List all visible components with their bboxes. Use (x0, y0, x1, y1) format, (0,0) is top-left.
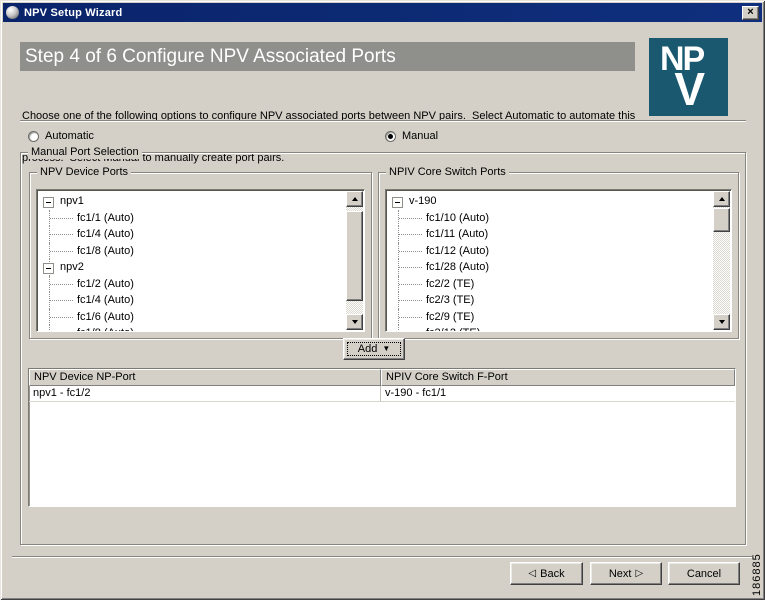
scrollbar-thumb[interactable] (346, 211, 363, 301)
table-header-row: NPV Device NP-Port NPIV Core Switch F-Po… (29, 369, 735, 386)
tree-item[interactable]: npv2 (39, 259, 345, 276)
scroll-up-button[interactable] (346, 191, 363, 207)
tree-item-label: npv1 (60, 195, 84, 207)
tree-item-label: fc2/9 (TE) (426, 310, 475, 323)
add-button[interactable]: Add ▼ (343, 338, 405, 360)
close-icon: × (747, 6, 754, 18)
npv-device-ports-label: NPV Device Ports (37, 166, 132, 179)
arrow-down-icon (351, 320, 358, 324)
add-button-label: Add (357, 343, 378, 355)
tree-item-label: fc1/2 (Auto) (77, 277, 134, 290)
tree-item-label: fc1/28 (Auto) (426, 261, 489, 273)
step-title: Step 4 of 6 Configure NPV Associated Por… (20, 42, 635, 71)
table-cell: npv1 - fc1/2 (29, 386, 381, 401)
collapse-icon[interactable] (392, 196, 403, 208)
core-tree-scrollbar-track[interactable] (713, 191, 730, 330)
tree-item[interactable]: fc1/1 (Auto) (39, 209, 345, 227)
collapse-icon[interactable] (43, 196, 54, 208)
manual-port-selection-group: Manual Port Selection NPV Device Ports n… (20, 146, 746, 545)
dropdown-arrow-icon: ▼ (382, 344, 391, 353)
arrow-up-icon (351, 197, 358, 201)
tree-item-label: fc1/4 (Auto) (77, 228, 134, 240)
next-arrow-icon: ▷ (635, 567, 644, 579)
device-tree-scrollbar-track[interactable] (346, 191, 363, 330)
title-bar[interactable]: NPV Setup Wizard × (3, 3, 762, 22)
column-header-npiv-core-switch-f-port[interactable]: NPIV Core Switch F-Port (381, 369, 735, 386)
figure-number: 186885 (751, 553, 763, 596)
scroll-up-button[interactable] (713, 191, 730, 207)
footer-separator (12, 556, 752, 558)
radio-manual-label[interactable]: Manual (402, 130, 438, 142)
tree-item[interactable]: fc2/3 (TE) (388, 292, 712, 309)
tree-item[interactable]: npv1 (39, 193, 345, 210)
tree-item[interactable]: fc2/2 (TE) (388, 275, 712, 293)
app-icon (6, 6, 19, 19)
radio-manual-circle[interactable] (385, 130, 396, 142)
tree-item[interactable]: v-190 (388, 193, 712, 210)
tree-item-label: fc1/8 (Auto) (77, 327, 134, 331)
tree-item-label: fc1/10 (Auto) (426, 211, 489, 224)
tree-item-label: fc1/8 (Auto) (77, 244, 134, 257)
radio-manual[interactable]: Manual (385, 129, 438, 143)
tree-item[interactable]: fc1/12 (Auto) (388, 242, 712, 260)
tree-item-label: fc2/3 (TE) (426, 294, 475, 306)
npiv-core-switch-ports-group: NPIV Core Switch Ports v-190 fc1/10 (Auto… (378, 166, 739, 339)
tree-item[interactable]: fc1/4 (Auto) (39, 226, 345, 243)
scroll-down-button[interactable] (346, 314, 363, 330)
npv-logo: NP V (649, 38, 728, 116)
tree-item[interactable]: fc1/4 (Auto) (39, 292, 345, 309)
tree-item-label: fc2/2 (TE) (426, 277, 475, 290)
tree-item-label: fc2/12 (TE) (426, 327, 480, 331)
collapse-icon[interactable] (43, 262, 54, 274)
back-button-label: Back (540, 567, 565, 580)
table-row[interactable]: npv1 - fc1/2 v-190 - fc1/1 (29, 386, 735, 402)
header-separator (20, 120, 746, 122)
npiv-core-switch-ports-tree: v-190 fc1/10 (Auto) fc1/11 (Auto) fc1/12 (A… (385, 189, 732, 332)
tree-item[interactable]: fc1/6 (Auto) (39, 308, 345, 326)
npv-setup-wizard-window: NPV Setup Wizard × Step 4 of 6 Configure… (0, 0, 765, 600)
tree-item[interactable]: fc1/2 (Auto) (39, 275, 345, 293)
cancel-button-label: Cancel (686, 567, 722, 580)
tree-item[interactable]: fc1/8 (Auto) (39, 325, 345, 331)
tree-item[interactable]: fc1/11 (Auto) (388, 226, 712, 243)
column-header-npv-device-np-port[interactable]: NPV Device NP-Port (29, 369, 381, 386)
logo-v-text: V (674, 63, 706, 115)
back-arrow-icon: ◁ (528, 567, 537, 579)
scroll-down-button[interactable] (713, 314, 730, 330)
next-button[interactable]: Next ▷ (590, 562, 662, 585)
tree-item-label: v-190 (409, 195, 437, 207)
arrow-up-icon (718, 197, 725, 201)
back-button[interactable]: ◁ Back (510, 562, 583, 585)
radio-automatic-circle[interactable] (28, 130, 39, 142)
tree-item-label: fc1/4 (Auto) (77, 294, 134, 306)
manual-port-selection-label: Manual Port Selection (28, 146, 142, 159)
tree-item-label: npv2 (60, 261, 84, 273)
next-button-label: Next (608, 567, 632, 580)
tree-item-label: fc1/1 (Auto) (77, 211, 134, 224)
tree-item-label: fc1/12 (Auto) (426, 244, 489, 257)
tree-item[interactable]: fc2/12 (TE) (388, 325, 712, 331)
cancel-button[interactable]: Cancel (668, 562, 740, 585)
tree-item-label: fc1/11 (Auto) (426, 228, 489, 240)
scrollbar-thumb[interactable] (713, 208, 730, 232)
arrow-down-icon (718, 320, 725, 324)
tree-item[interactable]: fc2/9 (TE) (388, 308, 712, 326)
window-title: NPV Setup Wizard (24, 6, 123, 19)
radio-automatic-label[interactable]: Automatic (45, 130, 94, 142)
tree-item-label: fc1/6 (Auto) (77, 310, 134, 323)
tree-item[interactable]: fc1/8 (Auto) (39, 242, 345, 260)
npv-device-ports-tree: npv1 fc1/1 (Auto) fc1/4 (Auto) fc1/8 (Auto)… (36, 189, 365, 332)
table-cell: v-190 - fc1/1 (385, 387, 447, 399)
tree-item[interactable]: fc1/10 (Auto) (388, 209, 712, 227)
npiv-core-switch-ports-label: NPIV Core Switch Ports (386, 166, 509, 179)
tree-item[interactable]: fc1/28 (Auto) (388, 259, 712, 276)
radio-automatic[interactable]: Automatic (28, 129, 94, 143)
close-button[interactable]: × (742, 5, 759, 20)
port-pair-table: NPV Device NP-Port NPIV Core Switch F-Po… (28, 368, 736, 507)
npv-device-ports-group: NPV Device Ports npv1 fc1/1 (Auto) fc1/4 (… (29, 166, 372, 339)
